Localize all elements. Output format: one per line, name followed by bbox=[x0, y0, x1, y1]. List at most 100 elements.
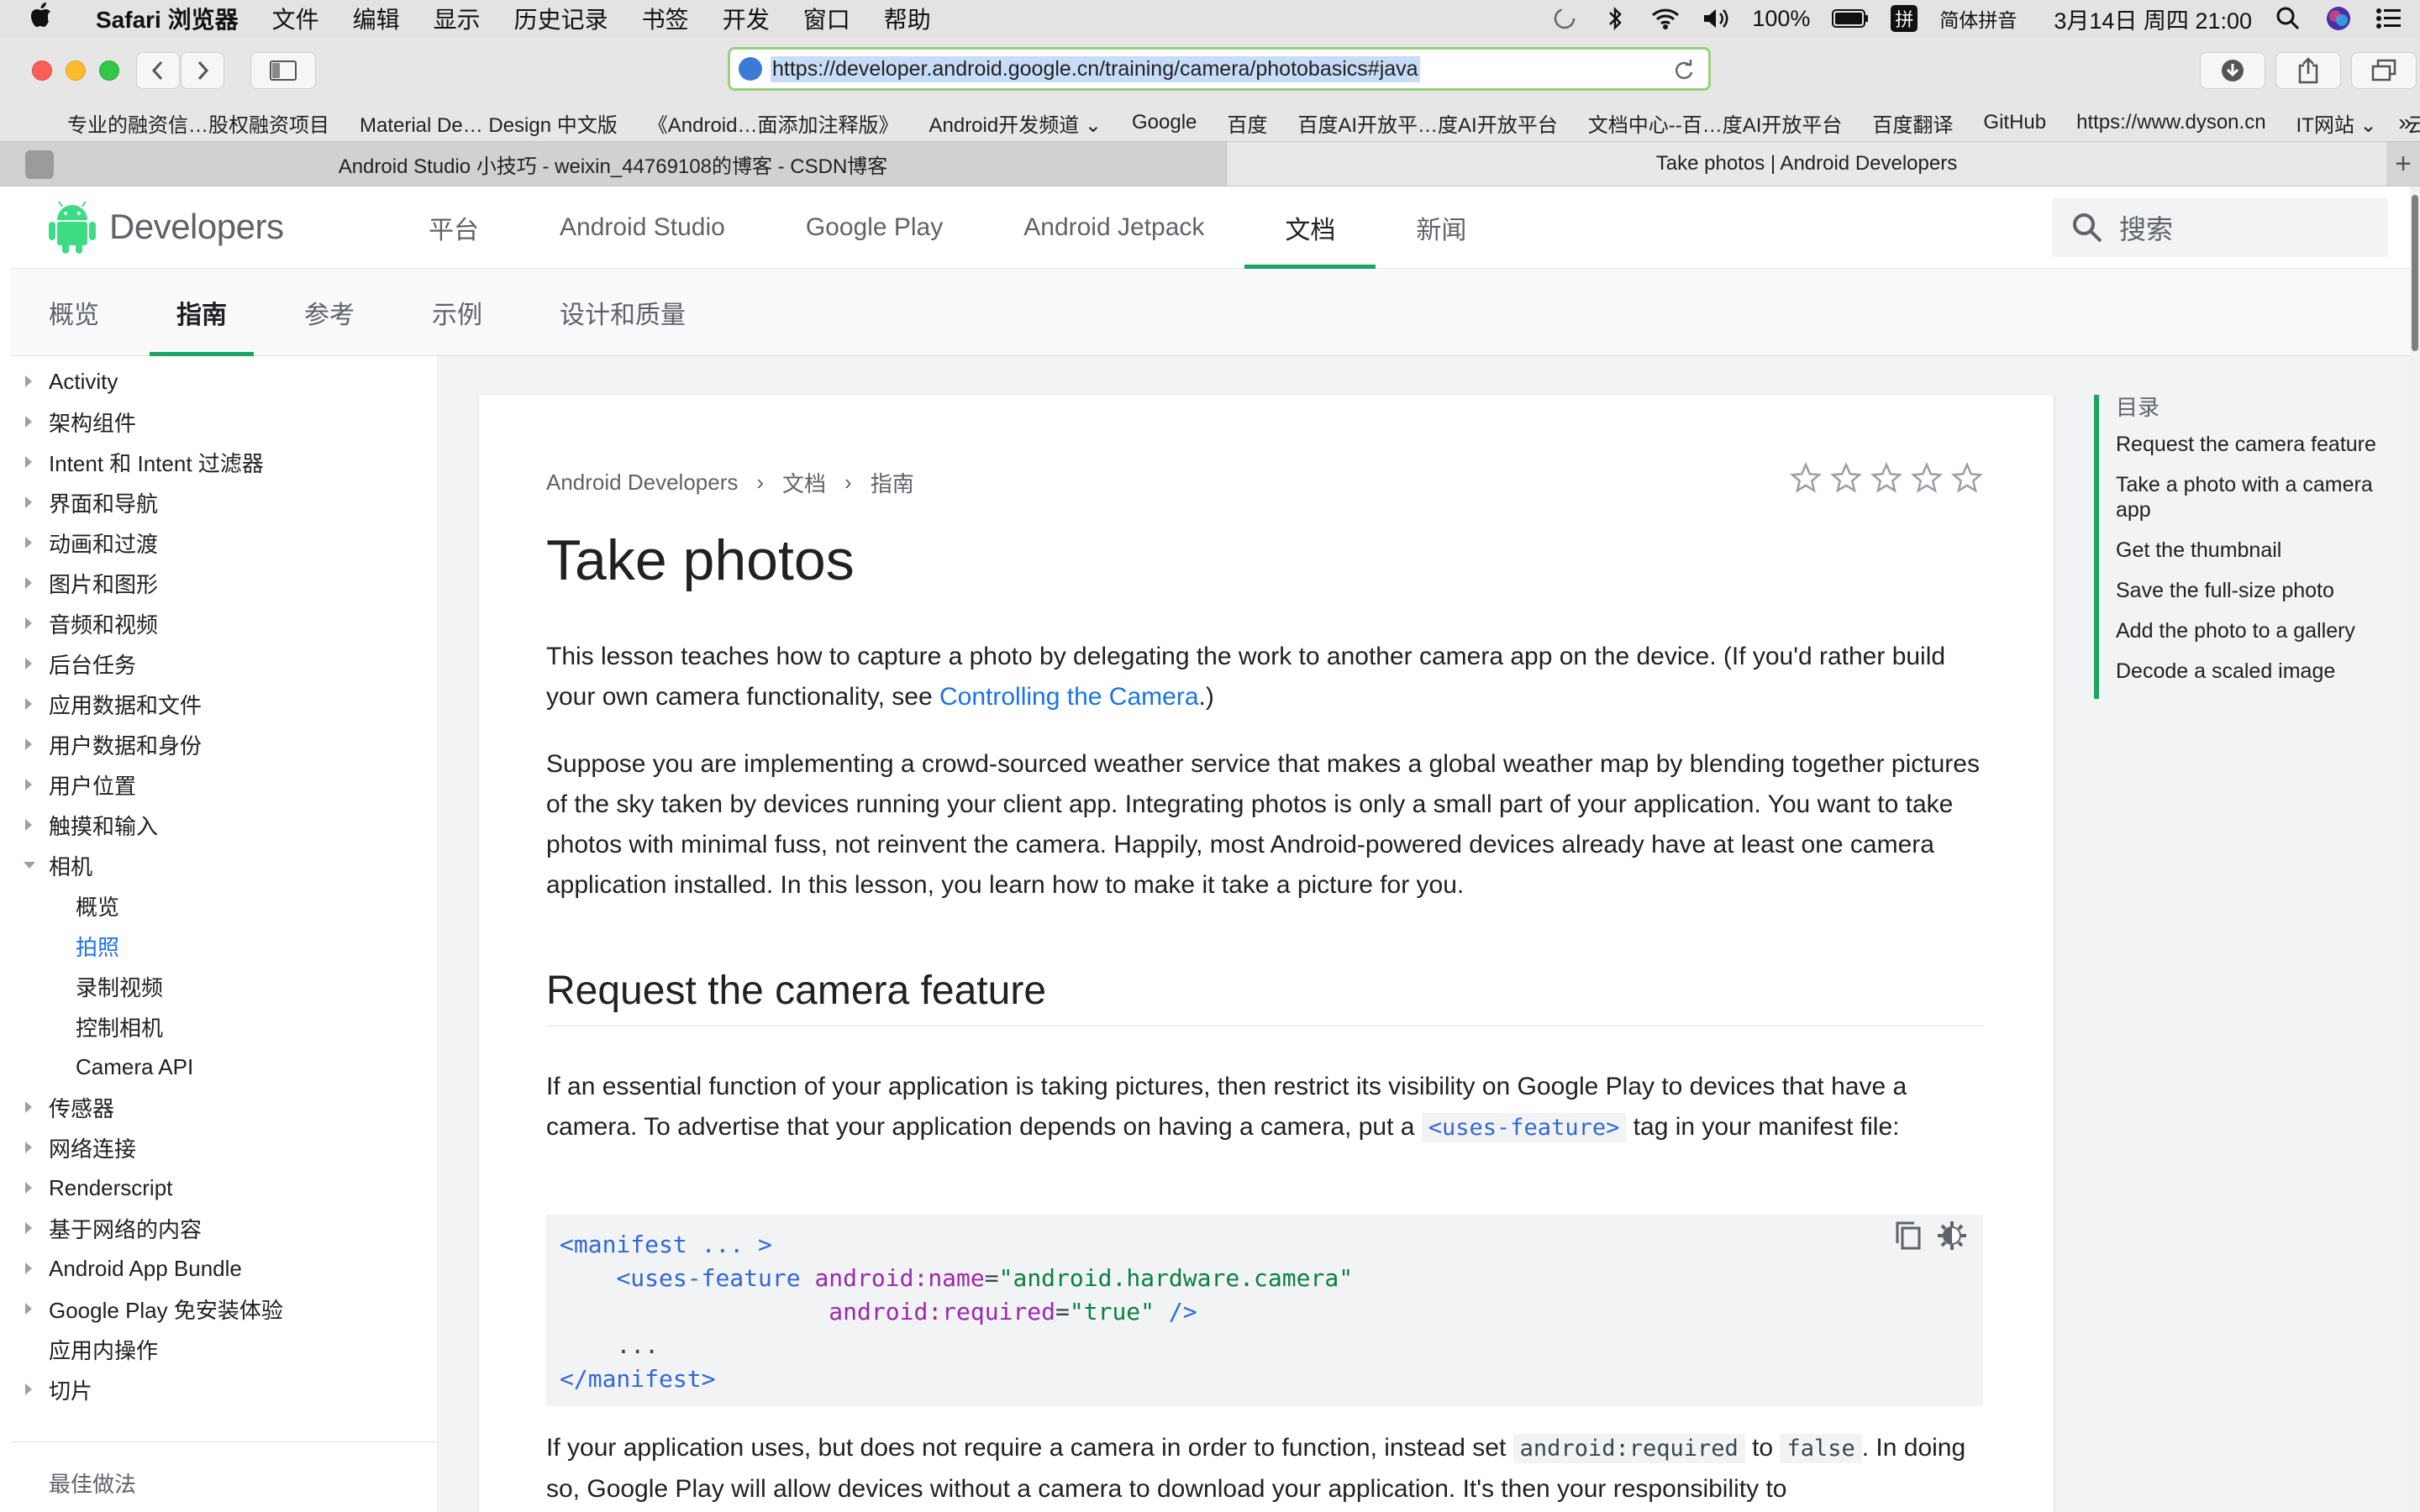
caret-right-icon[interactable] bbox=[25, 1303, 32, 1315]
bookmark-item[interactable]: 《Android…面添加注释版》 bbox=[633, 108, 914, 138]
bluetooth-icon[interactable] bbox=[1601, 4, 1629, 33]
nav-google-play[interactable]: Google Play bbox=[765, 186, 983, 269]
breadcrumb-item[interactable]: 文档 bbox=[782, 467, 826, 498]
forward-button[interactable] bbox=[181, 52, 224, 89]
spotlight-search-icon[interactable] bbox=[2274, 4, 2302, 33]
volume-icon[interactable] bbox=[1702, 4, 1730, 33]
bookmark-folder[interactable]: IT网站 ⌄ bbox=[2281, 108, 2392, 138]
menu-help[interactable]: 帮助 bbox=[867, 2, 948, 35]
caret-right-icon[interactable] bbox=[25, 698, 32, 710]
subnav-samples[interactable]: 示例 bbox=[393, 269, 521, 356]
nav-item[interactable]: Intent 和 Intent 过滤器 bbox=[10, 442, 438, 482]
toc-item[interactable]: Save the full-size photo bbox=[2116, 578, 2396, 603]
pinned-tab-icon[interactable] bbox=[25, 150, 54, 179]
controlling-camera-link[interactable]: Controlling the Camera bbox=[939, 683, 1198, 711]
breadcrumb-item[interactable]: Android Developers bbox=[546, 470, 738, 496]
site-search[interactable]: 搜索 bbox=[2052, 198, 2388, 257]
share-button[interactable] bbox=[2275, 52, 2341, 89]
caret-right-icon[interactable] bbox=[25, 819, 32, 831]
menu-develop[interactable]: 开发 bbox=[706, 2, 786, 35]
menubar-datetime[interactable]: 3月14日 周四 21:00 bbox=[2054, 3, 2252, 35]
nav-item[interactable]: 概览 bbox=[10, 885, 438, 926]
menu-view[interactable]: 显示 bbox=[417, 2, 497, 35]
nav-item[interactable]: 应用数据和文件 bbox=[10, 684, 438, 724]
sidebar-toggle-button[interactable] bbox=[250, 52, 316, 89]
nav-item-testing[interactable]: 测试 bbox=[10, 1503, 438, 1512]
minimize-window-button[interactable] bbox=[66, 60, 86, 81]
caret-right-icon[interactable] bbox=[25, 1222, 32, 1234]
breadcrumb-item[interactable]: 指南 bbox=[871, 467, 914, 498]
bookmark-item[interactable]: 百度翻译 bbox=[1857, 108, 1968, 138]
toc-item[interactable]: Get the thumbnail bbox=[2116, 538, 2396, 563]
menu-window[interactable]: 窗口 bbox=[786, 2, 867, 35]
inline-code-uses-feature[interactable]: <uses-feature> bbox=[1421, 1113, 1627, 1142]
tab-take-photos[interactable]: Take photos | Android Developers bbox=[1227, 142, 2386, 186]
tab-overview-button[interactable] bbox=[2351, 52, 2417, 89]
star-outline-icon[interactable] bbox=[1790, 462, 1822, 494]
wifi-icon[interactable] bbox=[1651, 4, 1680, 33]
toc-item[interactable]: Take a photo with a camera app bbox=[2116, 472, 2393, 522]
nav-item[interactable]: 界面和导航 bbox=[10, 482, 438, 522]
nav-item[interactable]: 音频和视频 bbox=[10, 603, 438, 643]
nav-news[interactable]: 新闻 bbox=[1376, 186, 1507, 269]
menu-app-name[interactable]: Safari 浏览器 bbox=[79, 2, 255, 35]
menu-history[interactable]: 历史记录 bbox=[497, 2, 625, 35]
bookmark-item[interactable]: Google bbox=[1117, 111, 1212, 134]
battery-icon[interactable] bbox=[1832, 4, 1869, 33]
bookmark-item[interactable]: 专业的融资信…股权融资项目 bbox=[52, 108, 345, 138]
toc-item[interactable]: Add the photo to a gallery bbox=[2116, 618, 2396, 643]
siri-icon[interactable] bbox=[2324, 4, 2353, 33]
close-window-button[interactable] bbox=[32, 60, 52, 81]
caret-right-icon[interactable] bbox=[25, 1101, 32, 1113]
nav-item[interactable]: 架构组件 bbox=[10, 402, 438, 442]
downloads-button[interactable] bbox=[2200, 52, 2265, 89]
nav-item[interactable]: Google Play 免安装体验 bbox=[10, 1289, 438, 1329]
nav-item[interactable]: 切片 bbox=[10, 1369, 438, 1410]
subnav-reference[interactable]: 参考 bbox=[266, 269, 393, 356]
sync-icon[interactable] bbox=[1550, 4, 1579, 33]
caret-right-icon[interactable] bbox=[25, 617, 32, 629]
subnav-overview[interactable]: 概览 bbox=[10, 269, 138, 356]
menu-edit[interactable]: 编辑 bbox=[336, 2, 417, 35]
copy-icon[interactable] bbox=[1894, 1220, 1923, 1252]
toc-item[interactable]: Decode a scaled image bbox=[2116, 659, 2396, 684]
tab-csdn[interactable]: Android Studio 小技巧 - weixin_44769108的博客 … bbox=[0, 142, 1227, 186]
apple-menu-icon[interactable] bbox=[30, 3, 67, 34]
notification-center-icon[interactable] bbox=[2375, 4, 2403, 33]
nav-item[interactable]: 网络连接 bbox=[10, 1127, 438, 1168]
star-outline-icon[interactable] bbox=[1911, 462, 1943, 494]
nav-item[interactable]: Android App Bundle bbox=[10, 1248, 438, 1289]
caret-right-icon[interactable] bbox=[25, 496, 32, 508]
nav-item[interactable]: 动画和过渡 bbox=[10, 522, 438, 563]
nav-platform[interactable]: 平台 bbox=[388, 186, 519, 269]
nav-item[interactable]: Activity bbox=[10, 361, 438, 402]
nav-docs[interactable]: 文档 bbox=[1244, 186, 1376, 269]
address-bar[interactable]: https://developer.android.google.cn/trai… bbox=[728, 47, 1711, 91]
scrollbar-thumb[interactable] bbox=[2412, 195, 2418, 351]
nav-item[interactable]: 录制视频 bbox=[10, 966, 438, 1006]
caret-right-icon[interactable] bbox=[25, 375, 32, 387]
bookmark-item[interactable]: 文档中心--百…度AI开放平台 bbox=[1573, 108, 1858, 138]
caret-right-icon[interactable] bbox=[25, 456, 32, 468]
back-button[interactable] bbox=[136, 52, 180, 89]
star-outline-icon[interactable] bbox=[1870, 462, 1902, 494]
nav-item[interactable]: 应用内操作 bbox=[10, 1329, 438, 1369]
caret-right-icon[interactable] bbox=[25, 1142, 32, 1153]
bookmark-item[interactable]: Material De… Design 中文版 bbox=[345, 108, 633, 138]
nav-item[interactable]: 拍照 bbox=[10, 926, 438, 966]
input-method-icon[interactable]: 拼 bbox=[1891, 5, 1918, 32]
nav-item[interactable]: 相机 bbox=[10, 845, 438, 885]
caret-right-icon[interactable] bbox=[25, 416, 32, 428]
bookmark-item[interactable]: 百度AI开放平…度AI开放平台 bbox=[1282, 108, 1572, 138]
page-scrollbar[interactable] bbox=[2410, 186, 2420, 1512]
nav-android-jetpack[interactable]: Android Jetpack bbox=[983, 186, 1244, 269]
caret-down-icon[interactable] bbox=[24, 862, 35, 869]
nav-item[interactable]: 用户位置 bbox=[10, 764, 438, 805]
url-text[interactable]: https://developer.android.google.cn/trai… bbox=[771, 55, 1420, 82]
dark-theme-toggle-icon[interactable] bbox=[1936, 1220, 1968, 1252]
nav-item[interactable]: 图片和图形 bbox=[10, 563, 438, 603]
bookmark-folder[interactable]: Android开发频道 ⌄ bbox=[913, 108, 1117, 138]
new-tab-button[interactable]: + bbox=[2386, 142, 2420, 186]
input-method-label[interactable]: 简体拼音 bbox=[1939, 4, 2017, 33]
subnav-guides[interactable]: 指南 bbox=[138, 269, 266, 356]
